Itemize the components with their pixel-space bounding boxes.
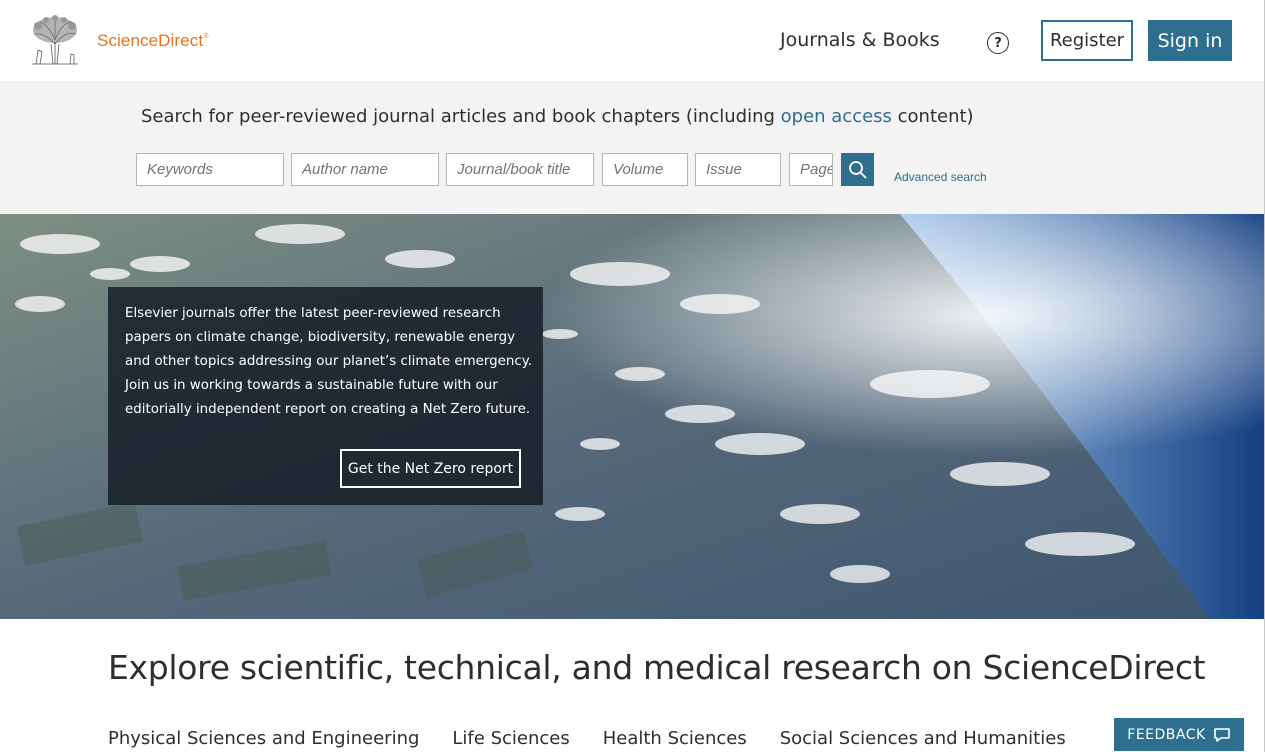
search-heading-suffix: content) (891, 106, 974, 127)
keywords-input[interactable] (136, 153, 284, 186)
author-name-input[interactable] (291, 153, 439, 186)
explore-title: Explore scientific, technical, and medic… (108, 648, 1206, 687)
hero-banner: Elsevier journals offer the latest peer-… (0, 214, 1265, 619)
tab-life-sciences[interactable]: Life Sciences (452, 728, 569, 749)
search-heading: Search for peer-reviewed journal article… (141, 106, 974, 127)
feedback-button[interactable]: FEEDBACK (1114, 718, 1244, 751)
net-zero-promo-text: Elsevier journals offer the latest peer-… (125, 306, 532, 417)
sign-in-button[interactable]: Sign in (1148, 20, 1232, 61)
volume-input[interactable] (602, 153, 688, 186)
search-submit-button[interactable] (841, 153, 874, 186)
pages-input[interactable] (789, 153, 833, 186)
registered-mark: ® (203, 33, 209, 40)
tab-health-sciences[interactable]: Health Sciences (603, 728, 747, 749)
register-button[interactable]: Register (1041, 20, 1133, 61)
journal-book-title-input[interactable] (446, 153, 594, 186)
advanced-search-link[interactable]: Advanced search (894, 170, 987, 184)
search-section: Search for peer-reviewed journal article… (0, 81, 1265, 214)
feedback-label: FEEDBACK (1127, 726, 1206, 743)
sciencedirect-brand[interactable]: ScienceDirect® (97, 31, 208, 51)
journals-books-link[interactable]: Journals & Books (780, 29, 940, 51)
search-icon (848, 160, 867, 179)
search-heading-prefix: Search for peer-reviewed journal article… (141, 106, 781, 127)
tab-physical-sciences[interactable]: Physical Sciences and Engineering (108, 728, 419, 749)
net-zero-report-button[interactable]: Get the Net Zero report (340, 449, 521, 488)
help-icon[interactable]: ? (987, 32, 1009, 54)
speech-bubble-icon (1213, 727, 1230, 742)
help-symbol: ? (994, 35, 1002, 51)
tab-social-sciences[interactable]: Social Sciences and Humanities (780, 728, 1066, 749)
open-access-link[interactable]: open access (781, 106, 892, 127)
site-header: ScienceDirect® Journals & Books ? Regist… (0, 0, 1265, 81)
issue-input[interactable] (695, 153, 781, 186)
brand-name: ScienceDirect (97, 31, 204, 50)
net-zero-promo-box: Elsevier journals offer the latest peer-… (108, 287, 543, 505)
subject-category-tabs: Physical Sciences and Engineering Life S… (108, 728, 1099, 749)
elsevier-tree-logo[interactable] (26, 14, 84, 66)
